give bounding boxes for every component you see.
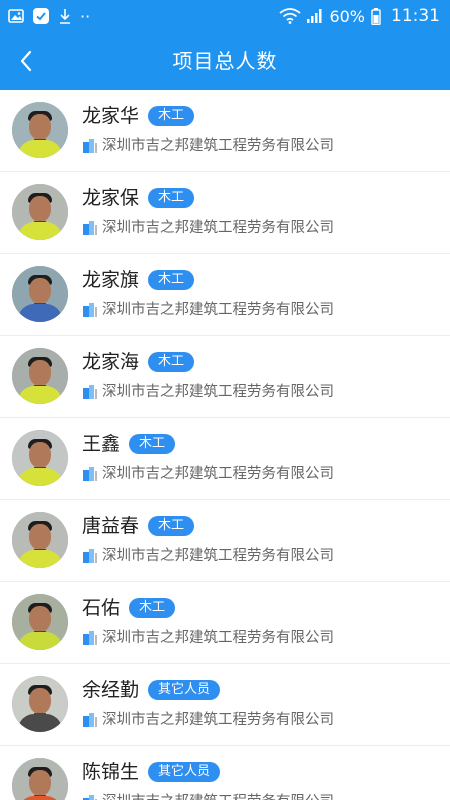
role-badge: 木工 — [148, 352, 195, 372]
worker-row[interactable]: 石佑 木工 深圳市吉之邦建筑工程劳务有限公司 — [0, 582, 450, 664]
role-badge: 木工 — [148, 270, 195, 290]
worker-company: 深圳市吉之邦建筑工程劳务有限公司 — [102, 138, 334, 154]
worker-name: 龙家海 — [82, 351, 140, 373]
sync-icon — [33, 8, 49, 24]
worker-company: 深圳市吉之邦建筑工程劳务有限公司 — [102, 302, 334, 318]
worker-company: 深圳市吉之邦建筑工程劳务有限公司 — [102, 791, 334, 800]
building-icon — [83, 221, 97, 235]
building-icon — [83, 549, 97, 563]
role-badge: 木工 — [129, 598, 176, 618]
gallery-icon — [8, 9, 24, 23]
worker-avatar — [12, 184, 68, 240]
building-icon — [83, 713, 97, 727]
worker-row[interactable]: 龙家保 木工 深圳市吉之邦建筑工程劳务有限公司 — [0, 172, 450, 254]
wifi-icon — [279, 8, 301, 24]
worker-avatar — [12, 758, 68, 800]
status-notifications: ·· — [8, 6, 90, 26]
worker-company: 深圳市吉之邦建筑工程劳务有限公司 — [102, 548, 334, 564]
worker-row[interactable]: 王鑫 木工 深圳市吉之邦建筑工程劳务有限公司 — [0, 418, 450, 500]
role-badge: 木工 — [129, 434, 176, 454]
worker-company: 深圳市吉之邦建筑工程劳务有限公司 — [102, 220, 334, 236]
building-icon — [83, 795, 97, 800]
worker-avatar — [12, 676, 68, 732]
worker-name: 陈锦生 — [82, 761, 140, 783]
worker-list[interactable]: 龙家华 木工 深圳市吉之邦建筑工程劳务有限公司 龙家保 木工 深圳市吉之邦建筑工… — [0, 90, 450, 800]
building-icon — [83, 385, 97, 399]
building-icon — [83, 467, 97, 481]
worker-name: 王鑫 — [82, 433, 121, 455]
worker-row[interactable]: 陈锦生 其它人员 深圳市吉之邦建筑工程劳务有限公司 — [0, 746, 450, 800]
worker-avatar — [12, 102, 68, 158]
worker-company: 深圳市吉之邦建筑工程劳务有限公司 — [102, 384, 334, 400]
worker-name: 龙家保 — [82, 187, 140, 209]
role-badge: 木工 — [148, 106, 195, 126]
status-clock: 11:31 — [391, 6, 440, 26]
worker-name: 龙家旗 — [82, 269, 140, 291]
notification-dots: ·· — [80, 6, 91, 26]
download-icon — [60, 9, 70, 24]
worker-avatar — [12, 512, 68, 568]
building-icon — [83, 139, 97, 153]
role-badge: 其它人员 — [148, 680, 221, 700]
battery-icon — [371, 7, 381, 25]
worker-name: 石佑 — [82, 597, 121, 619]
status-bar: ·· 60% 11:31 — [0, 0, 450, 32]
worker-avatar — [12, 594, 68, 650]
app-bar: 项目总人数 — [0, 32, 450, 90]
worker-row[interactable]: 唐益春 木工 深圳市吉之邦建筑工程劳务有限公司 — [0, 500, 450, 582]
worker-name: 余经勤 — [82, 679, 140, 701]
worker-row[interactable]: 余经勤 其它人员 深圳市吉之邦建筑工程劳务有限公司 — [0, 664, 450, 746]
worker-avatar — [12, 430, 68, 486]
role-badge: 木工 — [148, 516, 195, 536]
worker-company: 深圳市吉之邦建筑工程劳务有限公司 — [102, 630, 334, 646]
status-indicators: 60% 11:31 — [279, 5, 440, 27]
role-badge: 其它人员 — [148, 762, 221, 782]
worker-row[interactable]: 龙家华 木工 深圳市吉之邦建筑工程劳务有限公司 — [0, 90, 450, 172]
worker-row[interactable]: 龙家旗 木工 深圳市吉之邦建筑工程劳务有限公司 — [0, 254, 450, 336]
page-title: 项目总人数 — [172, 49, 278, 73]
worker-company: 深圳市吉之邦建筑工程劳务有限公司 — [102, 466, 334, 482]
worker-name: 唐益春 — [82, 515, 140, 537]
building-icon — [83, 303, 97, 317]
role-badge: 木工 — [148, 188, 195, 208]
signal-icon — [307, 9, 322, 23]
worker-company: 深圳市吉之邦建筑工程劳务有限公司 — [102, 712, 334, 728]
battery-percent: 60% — [329, 6, 365, 26]
worker-name: 龙家华 — [82, 105, 140, 127]
worker-row[interactable]: 龙家海 木工 深圳市吉之邦建筑工程劳务有限公司 — [0, 336, 450, 418]
worker-avatar — [12, 266, 68, 322]
worker-avatar — [12, 348, 68, 404]
building-icon — [83, 631, 97, 645]
